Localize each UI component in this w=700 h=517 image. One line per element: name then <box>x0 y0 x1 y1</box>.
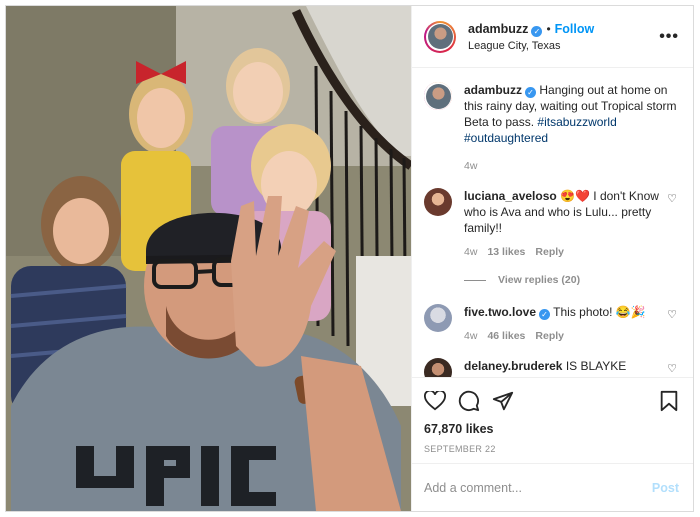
heart-icon[interactable]: ♡ <box>665 308 679 321</box>
post-photo[interactable] <box>6 6 411 511</box>
verified-icon: ✓ <box>525 87 537 98</box>
photo-illustration <box>6 6 411 511</box>
hashtag-link[interactable]: #outdaughtered <box>464 131 548 145</box>
comment-likes[interactable]: 13 likes <box>487 246 525 258</box>
likes-count[interactable]: 67,870 likes <box>424 422 679 436</box>
verified-icon: ✓ <box>539 309 551 320</box>
header-username[interactable]: adambuzz <box>468 22 528 36</box>
verified-icon: ✓ <box>531 25 543 37</box>
add-comment-bar: Add a comment... Post <box>412 463 693 511</box>
post-date: SEPTEMBER 22 <box>424 444 496 454</box>
reply-button[interactable]: Reply <box>535 246 564 258</box>
action-bar: 67,870 likes SEPTEMBER 22 <box>412 377 693 463</box>
comment-row: delaney.bruderek IS BLAYKE ♡ <box>424 358 679 377</box>
comment-row: five.two.love ✓ This photo! 😂🎉 4w 46 likes… <box>424 304 679 344</box>
caption: adambuzz ✓ Hanging out at home on this ra… <box>424 82 679 174</box>
follow-button[interactable]: Follow <box>555 22 595 36</box>
comment-row: luciana_aveloso 😍❤️ I don't Know who is … <box>424 188 679 260</box>
comments-section: adambuzz ✓ Hanging out at home on this ra… <box>412 68 693 377</box>
post-card: adambuzz ✓ • Follow League City, Texas ••• … <box>5 5 694 512</box>
commenter-avatar[interactable] <box>424 188 452 216</box>
commenter-avatar[interactable] <box>424 304 452 332</box>
comment-time: 4w <box>464 330 478 342</box>
reply-button[interactable]: Reply <box>535 330 564 342</box>
post-button[interactable]: Post <box>652 481 679 495</box>
comment-username[interactable]: luciana_aveloso <box>464 189 557 203</box>
comment-text: This photo! 😂🎉 <box>550 305 646 319</box>
bookmark-icon[interactable] <box>659 390 679 412</box>
separator-dot: • <box>546 21 551 36</box>
more-options-icon[interactable]: ••• <box>659 28 679 46</box>
comment-icon[interactable] <box>458 390 480 412</box>
view-replies-button[interactable]: View replies (20) <box>464 274 679 286</box>
like-heart-icon[interactable] <box>424 391 446 411</box>
comment-likes[interactable]: 46 likes <box>487 330 525 342</box>
heart-icon[interactable]: ♡ <box>665 192 679 205</box>
comment-username[interactable]: delaney.bruderek <box>464 359 562 373</box>
location-link[interactable]: League City, Texas <box>468 40 659 52</box>
avatar[interactable] <box>424 20 456 53</box>
comment-input[interactable]: Add a comment... <box>424 481 652 495</box>
heart-icon[interactable]: ♡ <box>665 362 679 375</box>
caption-time: 4w <box>464 160 478 172</box>
post-header: adambuzz ✓ • Follow League City, Texas ••• <box>412 6 693 68</box>
post-sidebar: adambuzz ✓ • Follow League City, Texas ••• … <box>411 6 693 511</box>
comment-text: IS BLAYKE <box>562 359 627 373</box>
caption-username[interactable]: adambuzz <box>464 83 522 97</box>
comment-username[interactable]: five.two.love <box>464 305 536 319</box>
commenter-avatar[interactable] <box>424 358 452 377</box>
comment-time: 4w <box>464 246 478 258</box>
caption-avatar[interactable] <box>424 82 452 110</box>
share-icon[interactable] <box>492 390 514 412</box>
hashtag-link[interactable]: #itsabuzzworld <box>537 115 616 129</box>
